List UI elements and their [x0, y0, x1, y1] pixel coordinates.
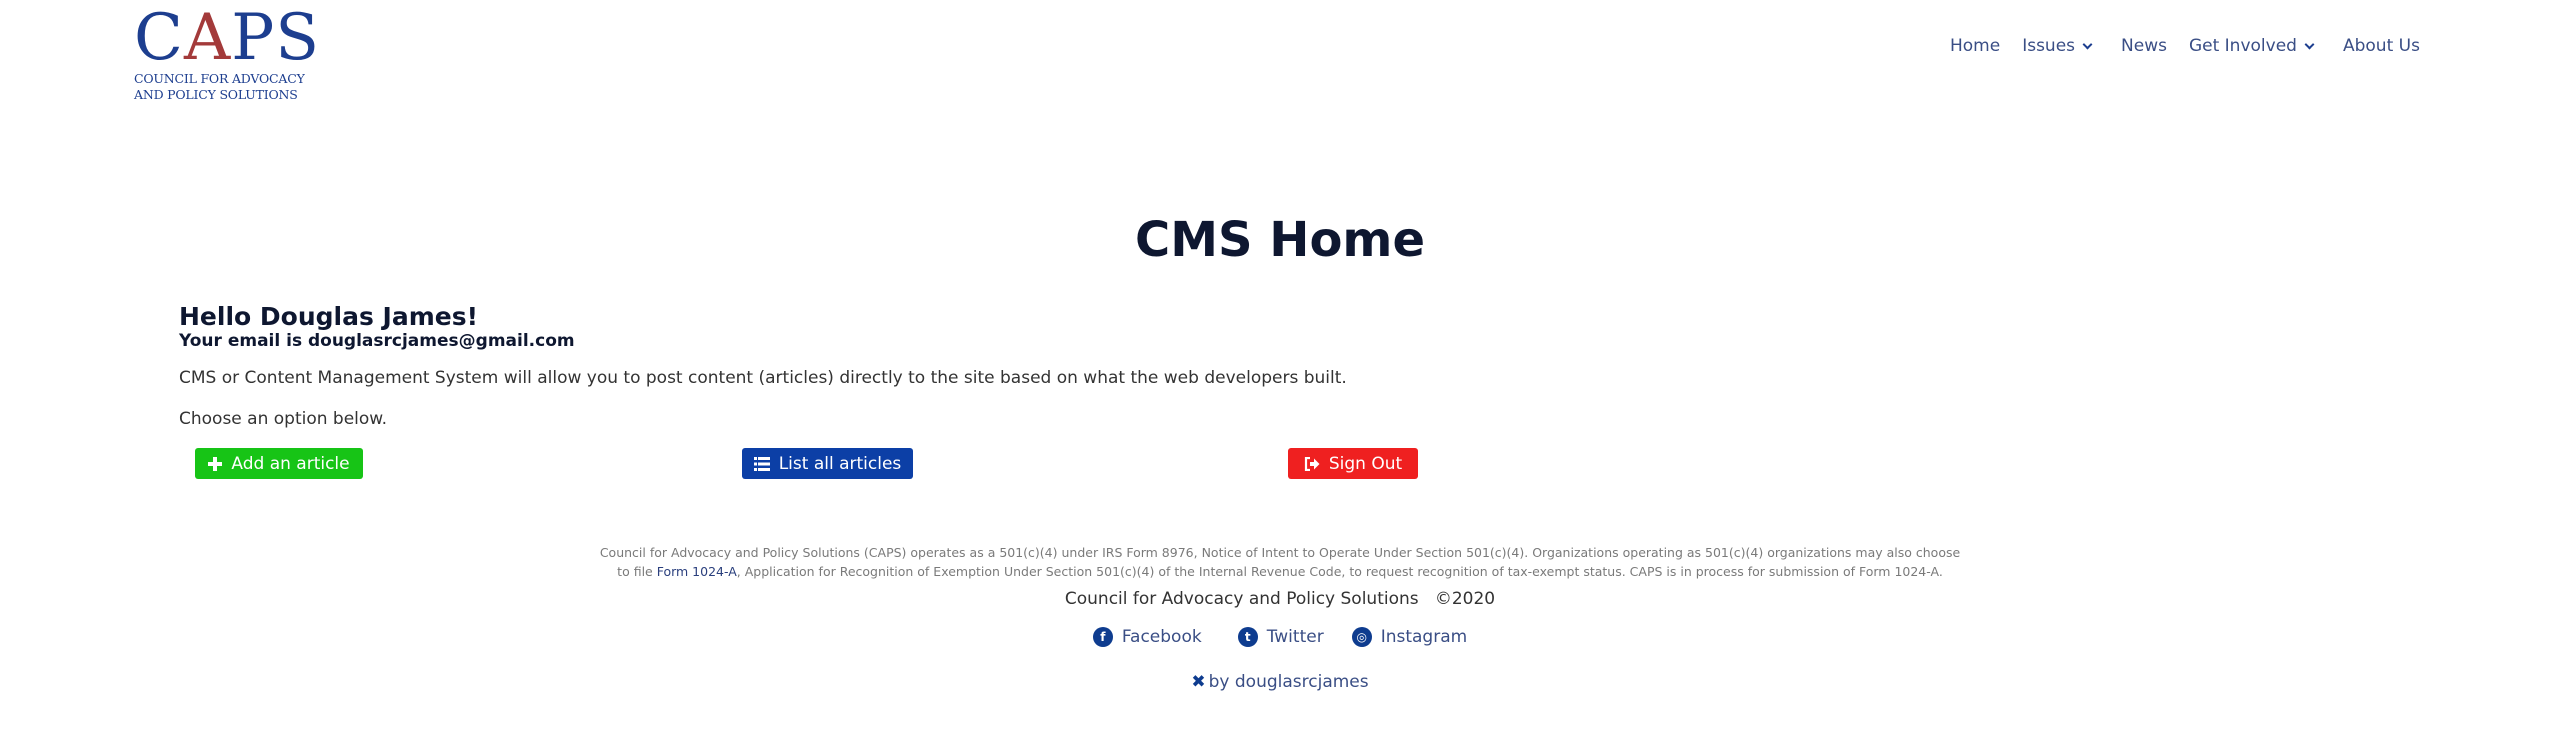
- nav-item-home[interactable]: Home: [1950, 36, 2000, 56]
- legal-line-2: to file Form 1024-A, Application for Rec…: [617, 564, 1943, 579]
- logo-wordmark: CAPS: [134, 1, 321, 75]
- sign-out-label: Sign Out: [1328, 453, 1403, 474]
- sign-out-icon: [1304, 456, 1320, 471]
- list-articles-label: List all articles: [778, 453, 902, 474]
- facebook-icon: f: [1092, 627, 1113, 647]
- plus-icon: [208, 456, 223, 471]
- social-links: f Facebook t Twitter ◎ Instagram: [0, 627, 2560, 647]
- developer-credit[interactable]: ✖ by douglasrcjames: [0, 672, 2560, 692]
- chevron-down-icon: [2082, 39, 2093, 49]
- copyright: ©2020: [1434, 589, 1496, 609]
- page-title: CMS Home: [1135, 212, 1425, 268]
- twitter-icon: t: [1237, 627, 1258, 647]
- nav-label: News: [2121, 36, 2167, 56]
- nav-item-get-involved[interactable]: Get Involved: [2188, 36, 2315, 56]
- add-article-label: Add an article: [231, 453, 350, 474]
- org-name: Council for Advocacy and Policy Solution…: [1064, 589, 1419, 609]
- facebook-link[interactable]: f Facebook: [1092, 627, 1202, 647]
- org-copyright: Council for Advocacy and Policy Solution…: [0, 589, 2560, 609]
- nav-item-issues[interactable]: Issues: [2022, 36, 2093, 56]
- chevron-down-icon: [2304, 39, 2315, 49]
- sign-out-button[interactable]: Sign Out: [1288, 448, 1418, 479]
- nav-label: Home: [1950, 36, 2001, 56]
- form-1024a-link[interactable]: Form 1024-A: [657, 564, 737, 579]
- twitter-link[interactable]: t Twitter: [1237, 627, 1324, 647]
- user-email: Your email is douglasrcjames@gmail.com: [179, 331, 575, 351]
- add-article-button[interactable]: Add an article: [195, 448, 363, 479]
- instagram-icon: ◎: [1351, 627, 1372, 647]
- logo-subtitle-line2: AND POLICY SOLUTIONS: [134, 87, 298, 102]
- greeting: Hello Douglas James!: [179, 302, 478, 331]
- tools-icon: ✖: [1191, 672, 1206, 692]
- nav-label: About Us: [2342, 36, 2420, 56]
- instagram-link[interactable]: ◎ Instagram: [1351, 627, 1467, 647]
- choose-prompt: Choose an option below.: [179, 409, 388, 429]
- list-icon: [753, 456, 770, 471]
- nav-item-news[interactable]: News: [2121, 36, 2167, 56]
- list-articles-button[interactable]: List all articles: [742, 448, 913, 479]
- logo-subtitle-line1: COUNCIL FOR ADVOCACY: [134, 71, 305, 86]
- legal-line-1: Council for Advocacy and Policy Solution…: [599, 545, 1961, 560]
- cms-description: CMS or Content Management System will al…: [179, 368, 1347, 388]
- nav-label: Issues: [2022, 36, 2076, 56]
- nav-label: Get Involved: [2188, 36, 2297, 56]
- caps-logo[interactable]: CAPS COUNCIL FOR ADVOCACY AND POLICY SOL…: [134, 4, 334, 102]
- legal-notice: Council for Advocacy and Policy Solution…: [0, 543, 2560, 581]
- main-nav: Home Issues News Get Involved About Us: [1950, 36, 2420, 56]
- nav-item-about-us[interactable]: About Us: [2343, 36, 2420, 56]
